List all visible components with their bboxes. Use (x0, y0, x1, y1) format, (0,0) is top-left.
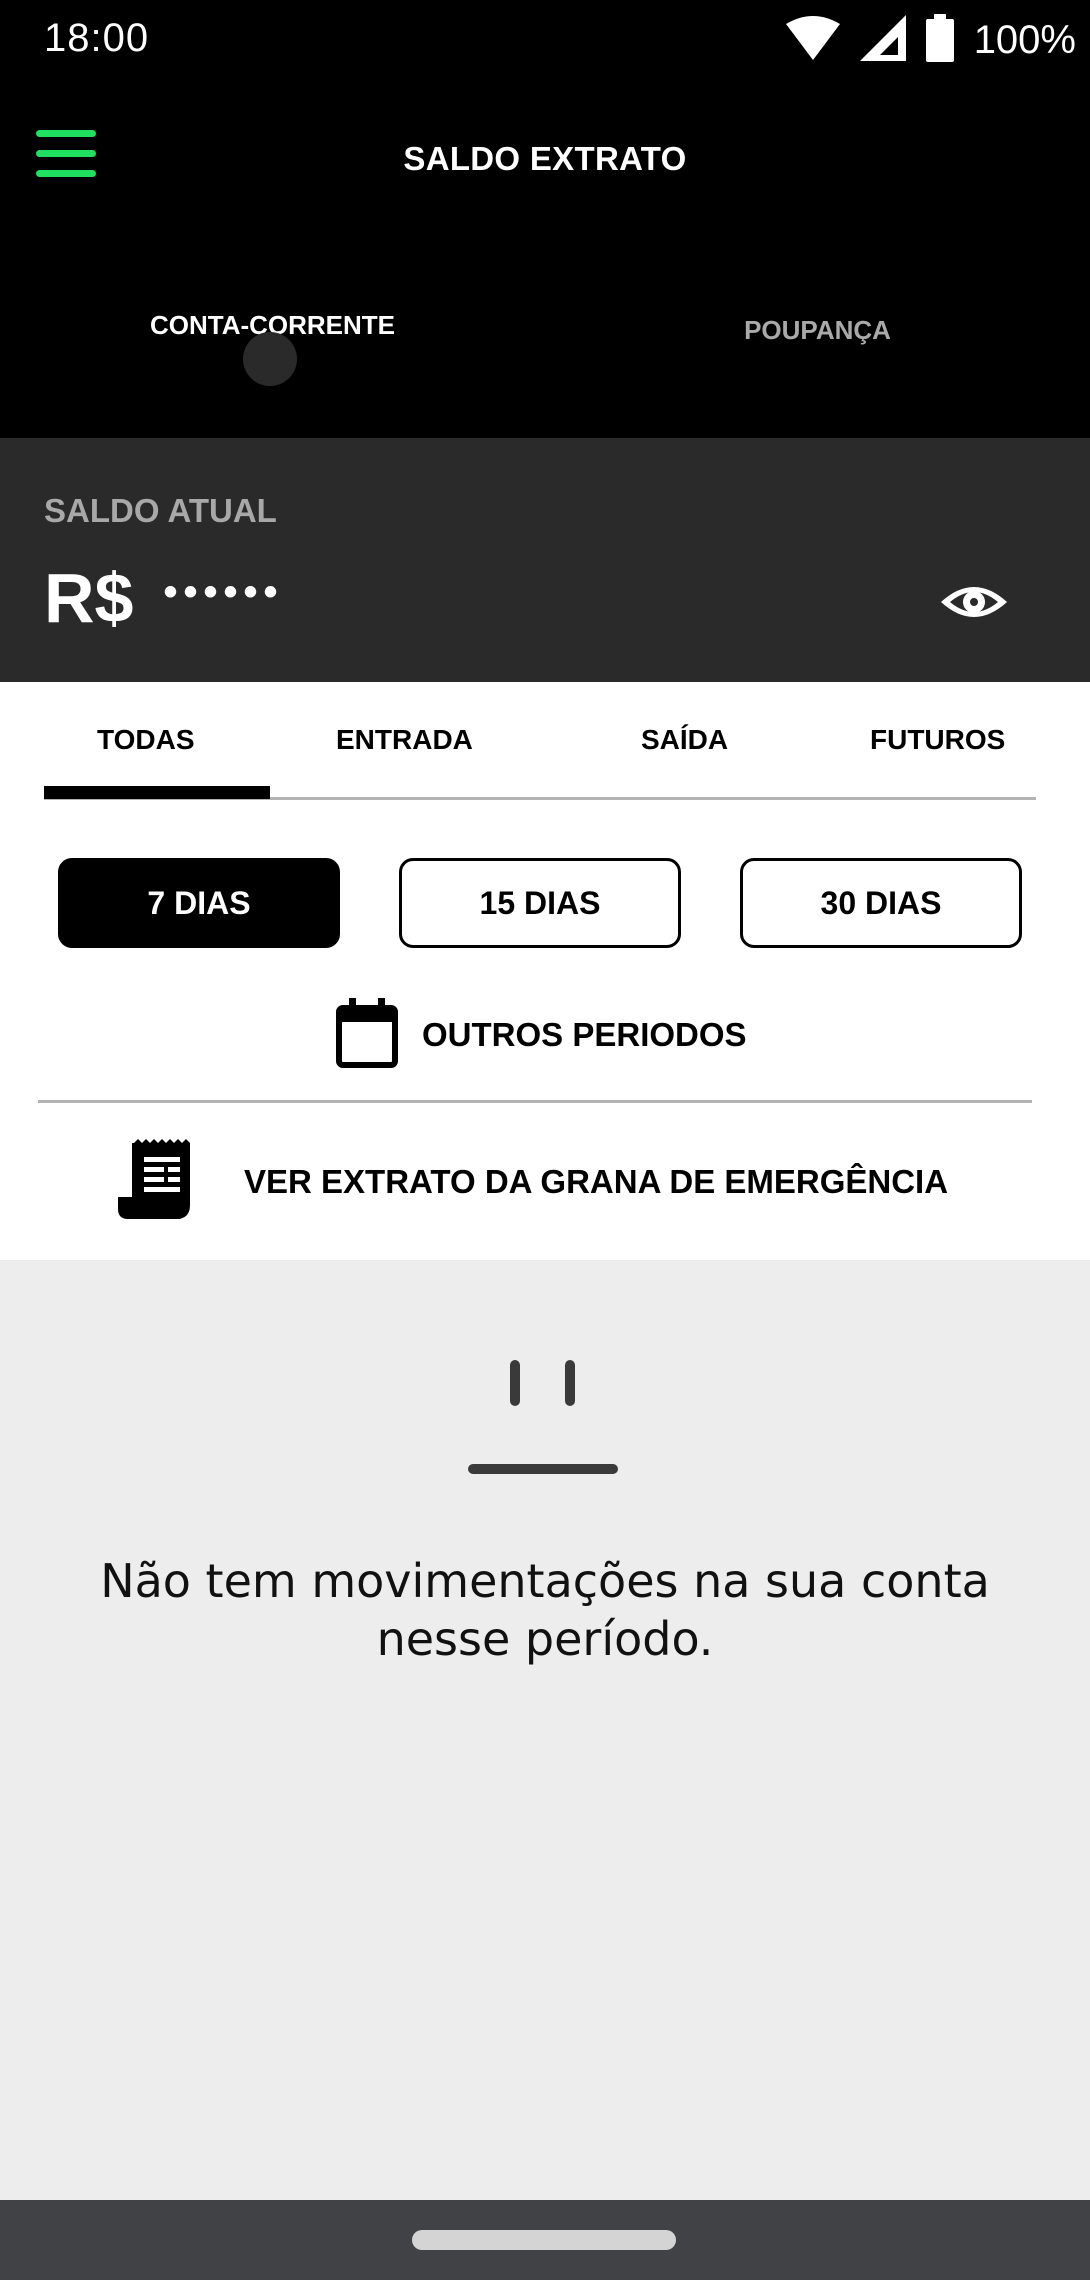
emergency-statement-link[interactable]: VER EXTRATO DA GRANA DE EMERGÊNCIA (118, 1136, 948, 1228)
signal-icon (859, 14, 906, 66)
battery-icon (925, 13, 954, 67)
period-30-dias-button[interactable]: 30 DIAS (740, 858, 1022, 948)
tab-poupanca[interactable]: POUPANÇA (545, 280, 1090, 370)
balance-panel: SALDO ATUAL R$ •••••• (0, 438, 1090, 682)
active-filter-underline (44, 786, 270, 799)
period-15-dias-button[interactable]: 15 DIAS (399, 858, 681, 948)
calendar-icon (336, 997, 398, 1073)
period-selector: 7 DIAS 15 DIAS 30 DIAS (58, 858, 1022, 948)
tab-todas[interactable]: TODAS (97, 724, 195, 756)
period-7-dias-button[interactable]: 7 DIAS (58, 858, 340, 948)
masked-balance: •••••• (163, 569, 284, 614)
tab-futuros[interactable]: FUTUROS (870, 724, 1005, 756)
receipt-icon (118, 1138, 194, 1226)
system-nav-bar (0, 2200, 1090, 2280)
other-periods-label: OUTROS PERIODOS (422, 1016, 747, 1053)
account-tabs: CONTA-CORRENTE POUPANÇA (0, 280, 1090, 370)
tab-saida[interactable]: SAÍDA (641, 724, 728, 756)
balance-label: SALDO ATUAL (44, 492, 277, 529)
empty-state-message: Não tem movimentações na sua conta nesse… (100, 1554, 990, 1666)
statement-filters: TODAS ENTRADA SAÍDA FUTUROS 7 DIAS 15 DI… (0, 682, 1090, 1260)
emergency-statement-label: VER EXTRATO DA GRANA DE EMERGÊNCIA (244, 1163, 949, 1200)
wifi-icon (785, 15, 840, 65)
app-header: SALDO EXTRATO CONTA-CORRENTE POUPANÇA (0, 80, 1090, 440)
filter-tabs: TODAS ENTRADA SAÍDA FUTUROS (44, 682, 1036, 800)
other-periods-button[interactable]: OUTROS PERIODOS (336, 997, 747, 1073)
tab-entrada[interactable]: ENTRADA (336, 724, 473, 756)
balance-value: R$ •••••• (44, 558, 284, 638)
status-icons: 100% (785, 12, 1076, 68)
empty-state: Não tem movimentações na sua conta nesse… (0, 1260, 1090, 2200)
page-title: SALDO EXTRATO (403, 140, 687, 177)
status-time: 18:00 (44, 16, 150, 60)
divider (38, 1100, 1032, 1103)
active-tab-indicator (243, 332, 297, 386)
home-gesture-bar[interactable] (412, 2230, 676, 2250)
status-bar: 18:00 100% (0, 0, 1090, 80)
eye-icon[interactable] (938, 578, 1010, 626)
battery-percentage: 100% (973, 17, 1076, 62)
currency-symbol: R$ (44, 559, 134, 637)
